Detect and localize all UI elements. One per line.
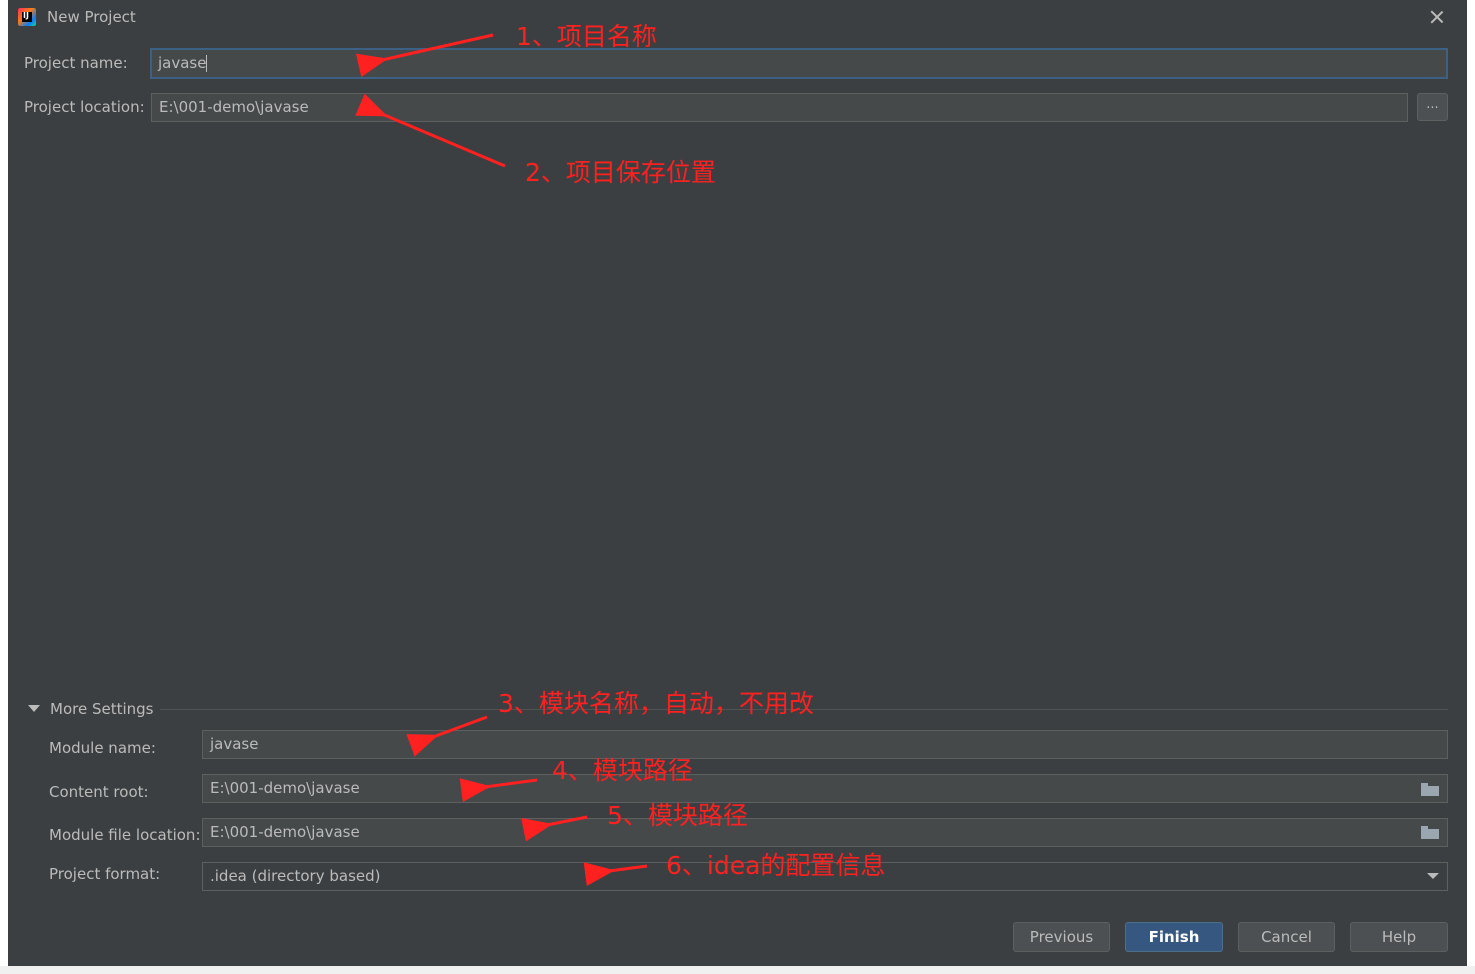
annotation-arrow	[459, 778, 538, 803]
annotation-content-root: 4、模块路径	[552, 756, 693, 785]
annotation-module-name: 3、模块名称，自动，不用改	[498, 689, 814, 718]
annotation-project-format: 6、idea的配置信息	[666, 851, 886, 880]
annotation-module-file: 5、模块路径	[607, 801, 748, 830]
annotation-project-location: 2、项目保存位置	[525, 158, 716, 187]
annotation-arrow	[355, 33, 494, 77]
annotation-arrow	[521, 815, 588, 842]
annotation-project-name: 1、项目名称	[516, 22, 657, 51]
annotation-arrow	[406, 715, 488, 757]
annotation-arrow	[355, 93, 506, 168]
annotation-arrow	[583, 862, 648, 887]
